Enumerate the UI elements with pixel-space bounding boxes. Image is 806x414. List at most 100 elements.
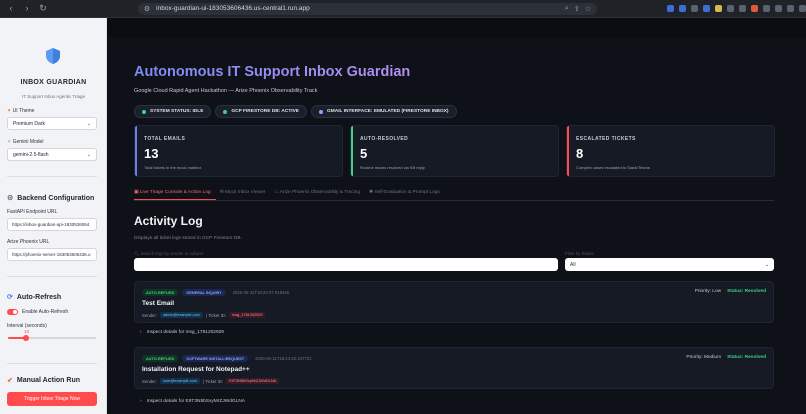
metric-title: ESCALATED TICKETS (576, 136, 636, 142)
ticket-status: Status: Resolved (727, 355, 766, 360)
ticket-ids: Sender: user@example.com | Ticket ID: E9… (142, 378, 280, 384)
sparkle-icon: ✧ (7, 139, 12, 145)
chevron-right-icon: › (140, 399, 142, 404)
chevron-down-icon: ⌄ (86, 120, 91, 127)
category-badge: GENERAL INQUIRY (182, 289, 226, 296)
ticket-priority: Priority: Low (694, 289, 722, 294)
shield-icon (46, 48, 60, 64)
gemini-model-select[interactable]: gemini-2.5-flash ⌄ (7, 148, 97, 161)
tab-self-evaluation[interactable]: ✺ Self-Evaluation & Prompt Logs (369, 190, 440, 195)
browser-nav: ‹ › ↻ (0, 3, 56, 14)
share-icon[interactable]: ⇪ (574, 5, 580, 13)
sidebar-toggle-icon[interactable] (787, 5, 794, 12)
extension-icon[interactable] (715, 5, 722, 12)
extension-icon[interactable] (775, 5, 782, 12)
ticket-id-label: | Ticket ID: (205, 312, 227, 318)
main-content: Autonomous IT Support Inbox Guardian Goo… (107, 18, 806, 414)
ticket-meta: Priority: Medium Status: Resolved (686, 355, 766, 360)
tab-bar: ▣ Live Triage Console & Action Log ✉ Moc… (134, 190, 440, 195)
extension-icon[interactable] (727, 5, 734, 12)
status-dot-icon (223, 109, 228, 114)
auto-refresh-toggle-label: Enable Auto-Refresh (22, 309, 69, 315)
back-icon[interactable]: ‹ (6, 3, 16, 14)
ticket-subject: Test Email (142, 300, 175, 307)
ticket-tags: AUTO-REPLIED SOFTWARE INSTALL/REQUEST 20… (142, 355, 312, 362)
search-icon: 🔍︎ (134, 251, 140, 256)
extensions-bar (667, 5, 806, 12)
chevron-right-icon: › (140, 330, 142, 335)
extension-icon[interactable] (691, 5, 698, 12)
menu-icon[interactable] (799, 5, 806, 12)
forward-icon[interactable]: › (22, 3, 32, 14)
backend-config-heading: ⚙ Backend Configuration (7, 194, 95, 203)
ticket-timestamp: 2026-06-11T18:20:37.918446 (232, 290, 290, 295)
auto-refresh-toggle[interactable] (7, 309, 18, 315)
tab-phoenix-tracing[interactable]: ♨ Arize Phoenix Observability & Tracing (274, 190, 360, 195)
gemini-model-label: ✧ Gemini Model (7, 139, 44, 145)
metric-value: 8 (576, 146, 584, 161)
card-accent-bar (567, 126, 569, 176)
sidebar: INBOX GUARDIAN IT Support Inbox Agentic … (0, 18, 107, 414)
inbox-icon: ✉ (219, 190, 224, 195)
zoom-icon[interactable]: ⌕ (565, 5, 569, 13)
url-text: inbox-guardian-ui-183053606436.us-centra… (156, 5, 310, 12)
divider (7, 363, 97, 364)
active-tab-indicator (134, 199, 216, 200)
metric-title: TOTAL EMAILS (144, 136, 186, 142)
page-title: Autonomous IT Support Inbox Guardian (134, 64, 411, 80)
ticket-subject: Installation Request for Notepad++ (142, 366, 250, 373)
status-filter-select[interactable]: All ⌄ (565, 258, 774, 271)
address-bar[interactable]: ⚙ inbox-guardian-ui-183053606436.us-cent… (137, 2, 597, 15)
site-info-icon[interactable]: ⚙ (144, 5, 150, 13)
sender-label: Sender: (142, 312, 158, 318)
tab-divider (134, 200, 774, 201)
metric-card-total: TOTAL EMAILS 13 Total tickets in the moc… (134, 125, 343, 177)
status-pills: SYSTEM STATUS: IDLE GCP FIRESTORE DB: AC… (134, 105, 457, 118)
ui-theme-select[interactable]: Premium Dark ⌄ (7, 117, 97, 130)
ticket-id-chip: msg_1781202929 (229, 312, 266, 318)
bookmark-icon[interactable]: ☆ (585, 5, 591, 13)
interval-slider-handle[interactable] (23, 335, 29, 341)
status-pill-system: SYSTEM STATUS: IDLE (134, 105, 212, 118)
card-accent-bar (135, 126, 137, 176)
status-pill-gmail: GMAIL INTERFACE: EMULATED (FIRESTORE INB… (311, 105, 457, 118)
tab-mock-inbox[interactable]: ✉ Mock Inbox Viewer (220, 190, 266, 195)
metric-cards: TOTAL EMAILS 13 Total tickets in the moc… (134, 125, 775, 177)
chevron-down-icon: ⌄ (764, 261, 769, 268)
trigger-triage-button[interactable]: Trigger Inbox Triage Now (7, 392, 97, 406)
activity-log-title: Activity Log (134, 214, 203, 228)
interval-slider[interactable] (8, 335, 96, 341)
refresh-icon: ⟳ (7, 294, 13, 301)
metric-card-resolved: AUTO-RESOLVED 5 Routine issues resolved … (350, 125, 559, 177)
extension-icon[interactable] (679, 5, 686, 12)
ticket-details-expander[interactable]: › Inspect details for msg_1781202929 (140, 330, 224, 335)
sender-chip: user@example.com (160, 378, 200, 384)
gear-icon: ⚙ (7, 195, 14, 202)
extension-icon[interactable] (739, 5, 746, 12)
ui-theme-label: ✦ UI Theme (7, 108, 35, 114)
extension-icon[interactable] (751, 5, 758, 12)
extension-icon[interactable] (763, 5, 770, 12)
ticket-priority: Priority: Medium (686, 355, 722, 360)
brand-subtitle: IT Support Inbox Agentic Triage (22, 94, 85, 99)
action-badge: AUTO-REPLIED (142, 289, 179, 296)
brain-icon: ✺ (369, 190, 374, 195)
tab-live-triage[interactable]: ▣ Live Triage Console & Action Log (134, 190, 211, 195)
status-pill-firestore: GCP FIRESTORE DB: ACTIVE (215, 105, 307, 118)
search-input[interactable] (134, 258, 558, 271)
extension-icon[interactable] (667, 5, 674, 12)
reload-icon[interactable]: ↻ (38, 3, 48, 14)
fastapi-url-input[interactable]: https://inbox-guardian-api-1830536064 (7, 218, 97, 231)
phoenix-url-input[interactable]: https://phoenix-server-183053606436.u (7, 248, 97, 261)
interval-value: 10 (24, 329, 30, 334)
extension-icon[interactable] (703, 5, 710, 12)
phoenix-icon: ♨ (274, 190, 279, 195)
ticket-id-label: | Ticket ID: (202, 378, 224, 384)
action-badge: AUTO-REPLIED (142, 355, 179, 362)
ticket-card: AUTO-REPLIED SOFTWARE INSTALL/REQUEST 20… (134, 347, 774, 389)
sender-chip: admin@example.com (160, 312, 203, 318)
app-header-band (107, 18, 806, 37)
ticket-details-expander[interactable]: › Inspect details for E9T3N5bSxyMrZJWdGL… (140, 399, 245, 404)
metric-value: 13 (144, 146, 159, 161)
ticket-ids: Sender: admin@example.com | Ticket ID: m… (142, 312, 266, 318)
